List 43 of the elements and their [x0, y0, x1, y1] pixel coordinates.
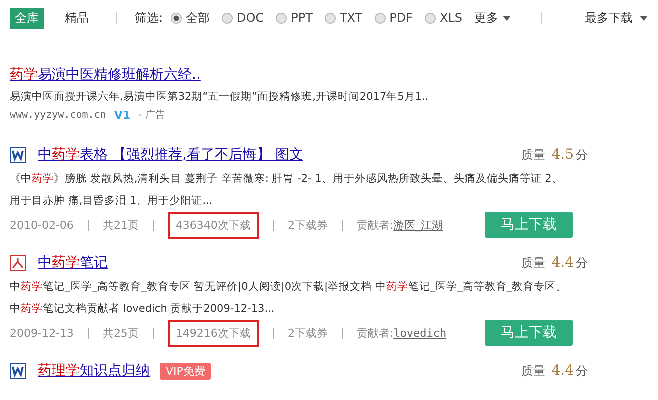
radio-button[interactable]: [276, 12, 288, 24]
contributor-link[interactable]: 游医_江湖: [394, 218, 444, 232]
upload-date: 2010-02-06: [10, 218, 74, 232]
contributor-label: 贡献者:: [356, 218, 394, 232]
radio-button[interactable]: [374, 12, 386, 24]
quality-score: 质量 4.4 分: [522, 254, 588, 272]
quality-score: 质量 4.4 分: [522, 362, 588, 380]
ticket-cost: 2下载券: [288, 326, 328, 340]
page-count: 共21页: [102, 218, 139, 232]
word-document-icon: [10, 363, 26, 379]
contributor-link[interactable]: lovedich: [394, 326, 447, 340]
result-description: 中药学笔记_医学_高等教育_教育专区 暂无评价|0人阅读|0次下载|举报文档 中药学笔记_医学_高等教育_教育专区。中药学笔记文档贡献者 lovedich 贡献于2009-12-13...: [10, 280, 568, 317]
page-count: 共25页: [102, 326, 139, 340]
format-option[interactable]: XLS: [440, 11, 463, 25]
result-description: 《中药学》膀胱 发散风热,清利头目 蔓荆子 辛苦微寒: 肝胃 -2- 1、用于外感风热所致头晕、头痛及偏头痛等证 2、用于目赤肿 痛,目昏多泪 1、用于少阳证...: [10, 172, 564, 209]
format-option[interactable]: TXT: [340, 11, 363, 25]
pdf-document-icon: [10, 255, 26, 271]
format-option[interactable]: PDF: [390, 11, 413, 25]
sort-dropdown[interactable]: 最多下载: [585, 10, 648, 26]
radio-button[interactable]: [171, 12, 182, 24]
filter-label: 筛选:: [135, 10, 164, 26]
vip-badge: VIP免费: [160, 362, 212, 380]
caret-icon: [640, 16, 648, 20]
verified-label: V1: [114, 108, 130, 122]
radio-button[interactable]: [425, 12, 436, 24]
more-dropdown[interactable]: 更多: [474, 10, 511, 26]
ad-url: www.yyzyw.com.cn: [10, 110, 106, 120]
format-option[interactable]: PPT: [291, 11, 313, 25]
ticket-cost: 2下载券: [288, 218, 328, 232]
format-option[interactable]: 全部: [186, 10, 210, 26]
radio-button[interactable]: [324, 12, 336, 24]
download-count: 149216次下载: [168, 320, 259, 346]
radio-button[interactable]: [222, 12, 234, 24]
quality-score: 质量 4.5 分: [522, 146, 588, 164]
ad-description: 易演中医面授开课六年,易演中医第32期“五一假期”面授精修班,开课时间2017年5月1..: [10, 90, 430, 105]
caret-icon: [502, 16, 511, 20]
download-count: 436340次下载: [168, 212, 259, 238]
ad-tag: - 广告: [138, 108, 166, 122]
upload-date: 2009-12-13: [10, 326, 74, 340]
scope-tab[interactable]: 精品: [60, 8, 94, 28]
word-document-icon: [10, 147, 26, 163]
format-option[interactable]: DOC: [237, 11, 264, 25]
contributor-label: 贡献者:: [356, 326, 394, 340]
